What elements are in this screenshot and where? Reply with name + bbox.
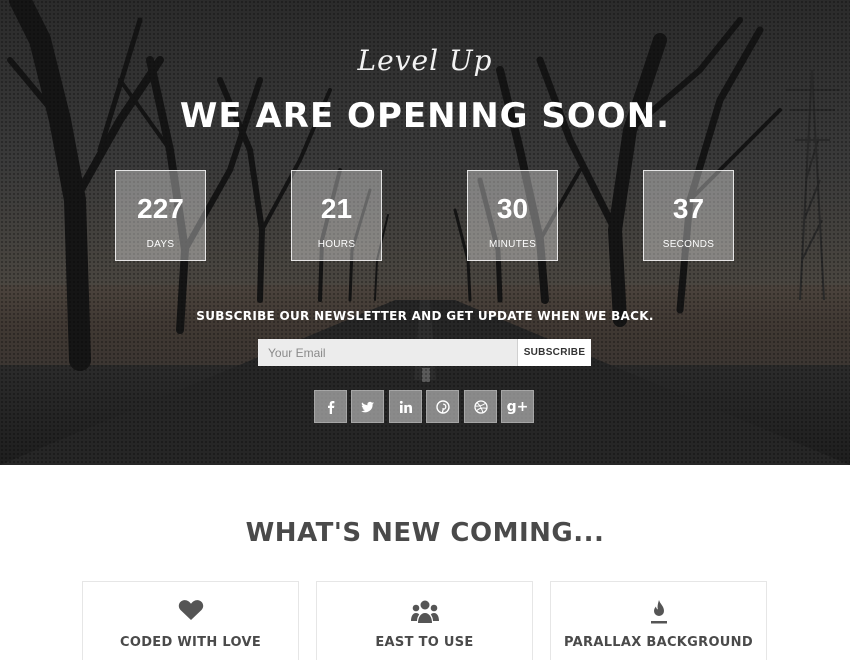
linkedin-button[interactable]	[389, 390, 422, 423]
brand-script-title: Level Up	[357, 44, 493, 77]
countdown-days-value: 227	[137, 193, 184, 224]
hero-section: Level Up WE ARE OPENING SOON. 227 DAYS 2…	[0, 0, 850, 465]
dribbble-icon	[473, 399, 488, 414]
pinterest-button[interactable]	[426, 390, 459, 423]
linkedin-icon	[399, 400, 412, 413]
feature-title: CODED WITH LOVE	[120, 635, 261, 650]
google-plus-button[interactable]: g+	[501, 390, 534, 423]
pinterest-icon	[435, 399, 450, 414]
countdown-hours: 21 HOURS	[291, 170, 382, 261]
feature-card-parallax: PARALLAX BACKGROUND	[550, 581, 767, 660]
page-title: WE ARE OPENING SOON.	[179, 96, 671, 136]
google-plus-icon: g+	[506, 398, 529, 415]
feature-title: EAST TO USE	[375, 635, 474, 650]
section-title: WHAT'S NEW COMING...	[245, 518, 605, 548]
twitter-button[interactable]	[351, 390, 384, 423]
feature-title: PARALLAX BACKGROUND	[564, 635, 753, 650]
countdown-minutes-label: MINUTES	[488, 239, 537, 250]
heart-icon	[83, 599, 298, 621]
flame-icon	[551, 599, 766, 625]
facebook-button[interactable]	[314, 390, 347, 423]
countdown-seconds: 37 SECONDS	[643, 170, 734, 261]
feature-card-love: CODED WITH LOVE	[82, 581, 299, 660]
countdown-days-label: DAYS	[146, 239, 175, 250]
twitter-icon	[360, 401, 374, 412]
email-field[interactable]	[258, 339, 518, 366]
countdown-minutes: 30 MINUTES	[467, 170, 558, 261]
countdown-hours-label: HOURS	[317, 239, 356, 250]
users-icon	[317, 599, 532, 623]
countdown-seconds-value: 37	[672, 193, 705, 224]
subscribe-button[interactable]: SUBSCRIBE	[517, 339, 591, 366]
feature-card-easy: EAST TO USE	[316, 581, 533, 660]
countdown-seconds-label: SECONDS	[662, 239, 715, 250]
subscribe-heading: SUBSCRIBE OUR NEWSLETTER AND GET UPDATE …	[196, 309, 654, 323]
countdown-hours-value: 21	[320, 193, 353, 224]
countdown-days: 227 DAYS	[115, 170, 206, 261]
dribbble-button[interactable]	[464, 390, 497, 423]
countdown-minutes-value: 30	[496, 193, 529, 224]
facebook-icon	[327, 400, 334, 414]
